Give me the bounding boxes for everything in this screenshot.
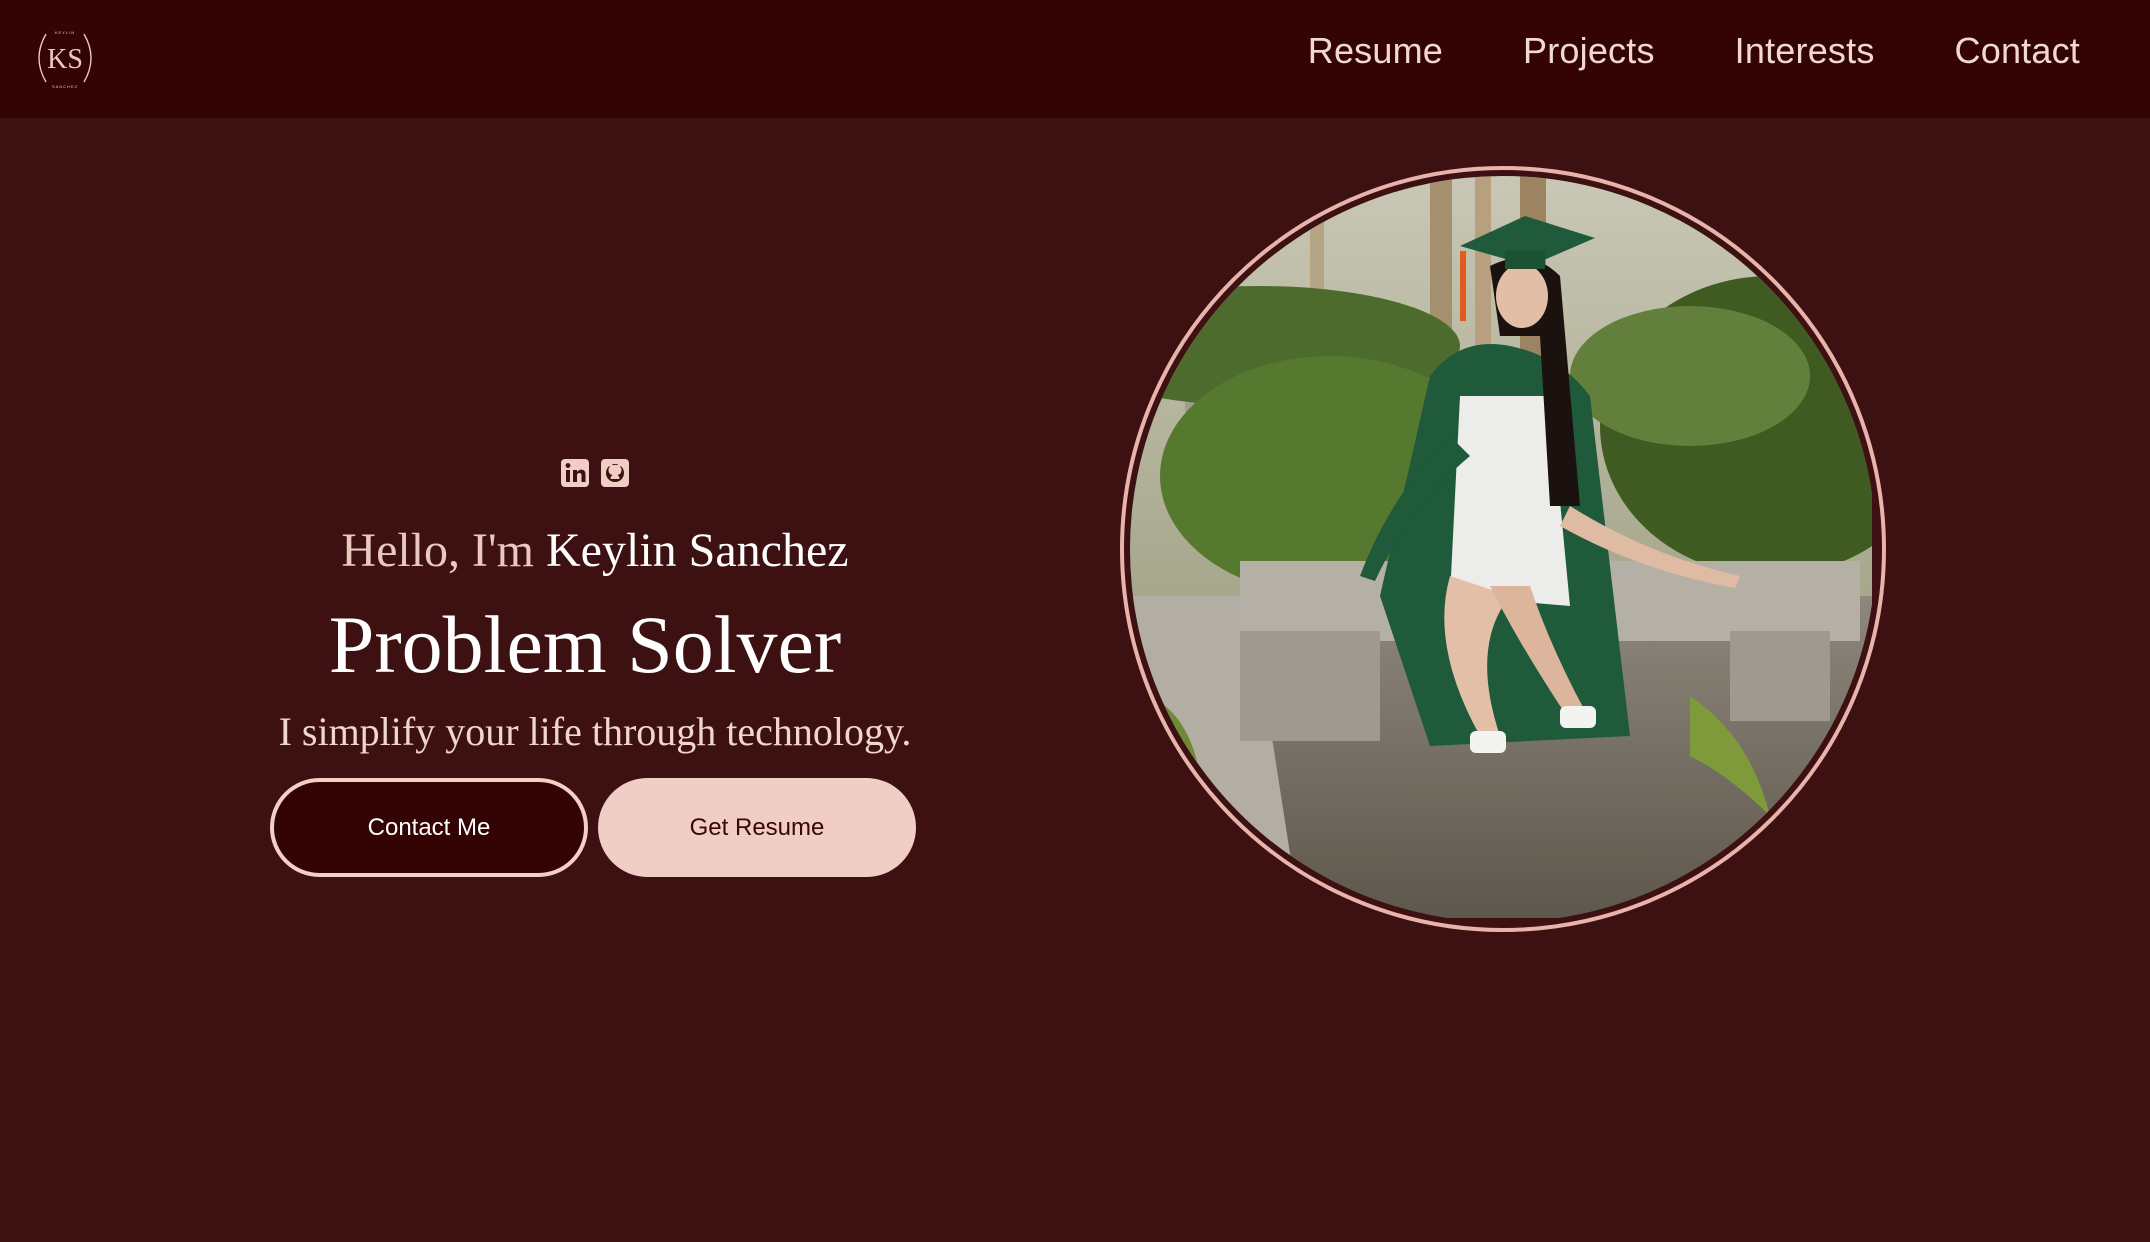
navbar: KS KEYLIN SANCHEZ Resume Projects Intere… <box>0 0 2150 118</box>
get-resume-button[interactable]: Get Resume <box>598 778 916 877</box>
nav-link-contact[interactable]: Contact <box>1955 30 2080 72</box>
nav-link-projects[interactable]: Projects <box>1523 30 1655 72</box>
tagline: I simplify your life through technology. <box>278 709 912 754</box>
page-title: Problem Solver <box>328 599 842 690</box>
nav-link-interests[interactable]: Interests <box>1735 30 1875 72</box>
hero-section: Hello, I'm Keylin Sanchez Problem Solver… <box>0 118 1190 918</box>
nav-links: Resume Projects Interests Contact <box>1308 0 2080 102</box>
contact-me-button[interactable]: Contact Me <box>270 778 588 877</box>
portrait-illustration <box>1130 176 1876 918</box>
nav-link-resume[interactable]: Resume <box>1308 30 1443 72</box>
portrait-frame <box>1120 166 1886 932</box>
logo-monogram: KS KEYLIN SANCHEZ <box>38 30 92 89</box>
svg-text:SANCHEZ: SANCHEZ <box>52 84 78 89</box>
social-links <box>560 458 630 488</box>
linkedin-icon[interactable] <box>560 458 590 488</box>
logo[interactable]: KS KEYLIN SANCHEZ <box>30 26 100 90</box>
greeting: Hello, I'm Keylin Sanchez <box>0 523 1190 578</box>
svg-text:KS: KS <box>47 44 83 75</box>
greeting-name: Keylin Sanchez <box>546 524 849 577</box>
greeting-prefix: Hello, I'm <box>341 524 535 577</box>
portrait-image <box>1130 176 1876 922</box>
github-icon[interactable] <box>600 458 630 488</box>
svg-text:KEYLIN: KEYLIN <box>55 30 75 35</box>
